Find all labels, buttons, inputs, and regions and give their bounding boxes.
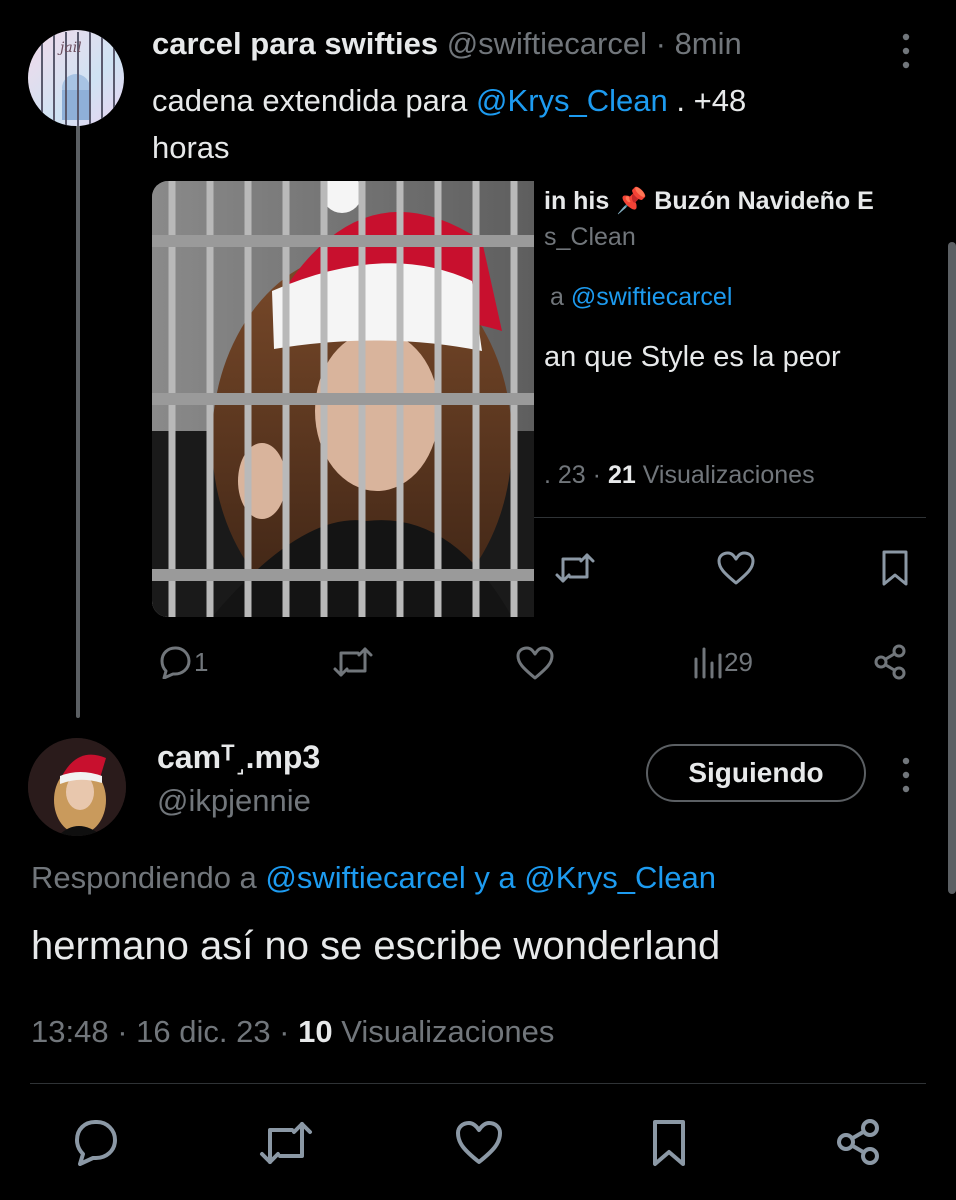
embedded-reply-mention: @swiftiecarcel <box>570 283 733 311</box>
reply-display-name[interactable]: camᵀ˼.mp3 <box>157 739 320 776</box>
embedded-line2: s_Clean <box>544 223 636 251</box>
parent-text-prefix: cadena extendida para <box>152 83 468 118</box>
embedded-line1: in his 📌 Buzón Navideño E <box>544 187 874 215</box>
reply-icon <box>158 645 192 679</box>
embedded-date: . 23 · <box>544 461 601 489</box>
views-count: 29 <box>724 646 753 677</box>
reply-avatar[interactable] <box>28 738 126 836</box>
reply-views-label: Visualizaciones <box>341 1014 555 1049</box>
more-vertical-icon[interactable] <box>896 32 916 70</box>
parent-time[interactable]: 8min <box>675 26 742 61</box>
views-button[interactable]: 29 <box>692 645 753 679</box>
jail-photo-graphic <box>152 181 534 617</box>
attached-jail-image[interactable] <box>152 181 534 617</box>
bottom-like-icon[interactable] <box>454 1120 504 1166</box>
thread-line <box>76 120 80 718</box>
santa-avatar-graphic <box>28 738 126 836</box>
retweet-icon[interactable] <box>332 645 374 679</box>
embedded-like-icon <box>716 551 756 587</box>
reply-views-count: 10 <box>298 1014 333 1049</box>
embedded-reply-to: a @swiftiecarcel <box>550 283 732 312</box>
bottom-reply-icon[interactable] <box>72 1118 120 1166</box>
embedded-views-label: Visualizaciones <box>642 461 815 489</box>
replying-to: Respondiendo a @swiftiecarcel y a @Krys_… <box>31 860 716 896</box>
replying-to-mentions[interactable]: @swiftiecarcel y a @Krys_Clean <box>265 860 716 895</box>
bottom-bookmark-icon[interactable] <box>650 1118 688 1168</box>
bottom-share-icon[interactable] <box>834 1118 882 1166</box>
parent-avatar[interactable]: jail <box>28 30 124 126</box>
share-icon[interactable] <box>872 644 908 680</box>
embedded-retweet-icon <box>554 551 596 585</box>
reply-timestamp[interactable]: 13:48 · 16 dic. 23 · <box>31 1014 290 1049</box>
embedded-bookmark-icon <box>880 549 910 587</box>
embedded-body: an que Style es la peor <box>544 341 841 373</box>
avatar-logo-text: jail <box>60 40 82 56</box>
parent-handle[interactable]: @swiftiecarcel <box>447 26 647 61</box>
parent-text-suffix: . +48 <box>676 83 747 118</box>
reply-more-vertical-icon[interactable] <box>896 756 916 794</box>
embedded-screenshot[interactable]: in his 📌 Buzón Navideño E s_Clean a @swi… <box>534 181 926 617</box>
like-icon[interactable] <box>515 646 555 682</box>
reply-button[interactable]: 1 <box>158 645 208 679</box>
replying-to-prefix: Respondiendo a <box>31 860 257 895</box>
parent-display-name[interactable]: carcel para swifties <box>152 26 438 61</box>
reply-count: 1 <box>194 646 209 677</box>
bottom-retweet-icon[interactable] <box>258 1120 314 1166</box>
reply-meta: 13:48 · 16 dic. 23 · 10 Visualizaciones <box>31 1014 554 1050</box>
parent-header: carcel para swifties @swiftiecarcel · 8m… <box>152 26 742 62</box>
embedded-meta: . 23 · 21 Visualizaciones <box>544 461 815 490</box>
embedded-views: 21 <box>607 461 636 489</box>
embedded-reply-prefix: a <box>550 283 564 311</box>
views-icon <box>692 645 722 679</box>
reply-handle[interactable]: @ikpjennie <box>157 783 311 819</box>
divider <box>30 1083 926 1084</box>
scrollbar[interactable] <box>948 242 956 894</box>
separator-dot: · <box>655 26 666 61</box>
embedded-divider <box>534 517 926 518</box>
mention-krys-clean[interactable]: @Krys_Clean <box>476 83 668 118</box>
parent-text-line2: horas <box>152 130 230 165</box>
following-button[interactable]: Siguiendo <box>646 744 866 802</box>
reply-tweet-text: hermano así no se escribe wonderland <box>31 924 721 968</box>
parent-tweet-text: cadena extendida para @Krys_Clean . +48 … <box>152 77 892 171</box>
